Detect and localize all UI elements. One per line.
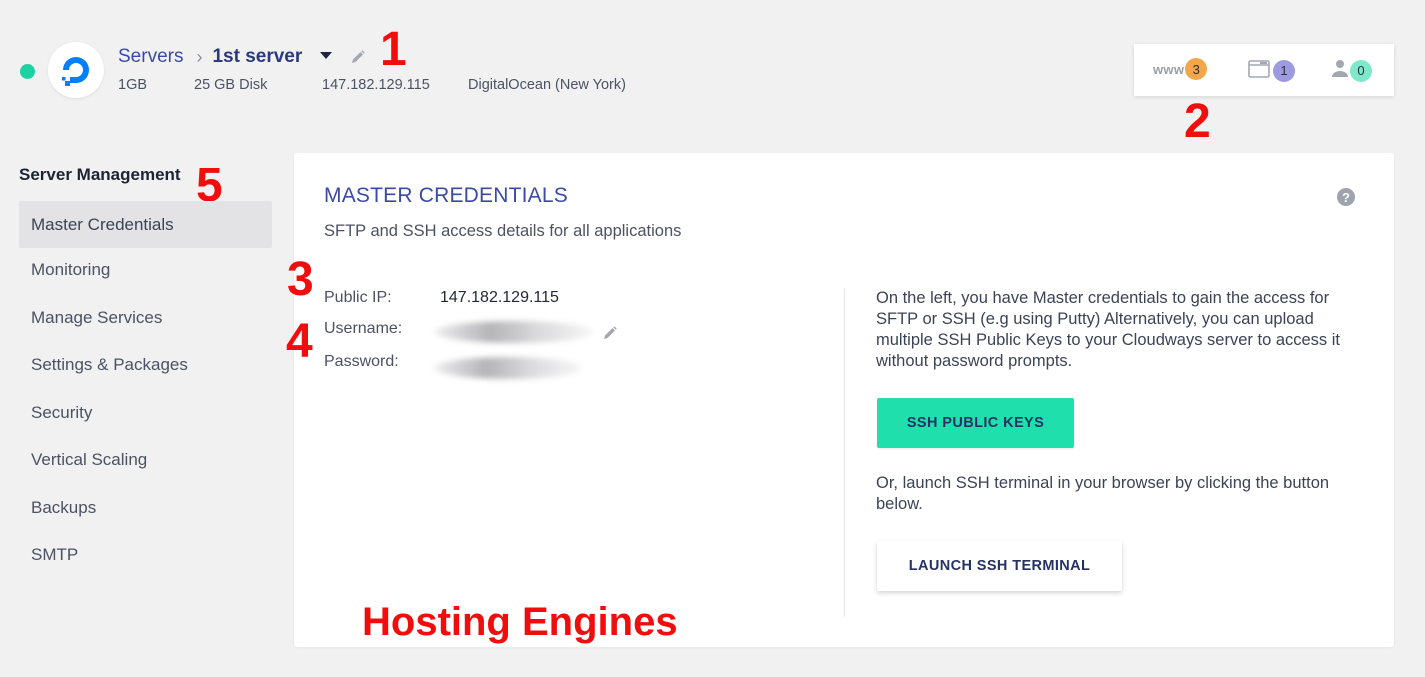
launch-ssh-terminal-button[interactable]: LAUNCH SSH TERMINAL — [877, 541, 1122, 591]
users-stat[interactable]: 0 — [1331, 58, 1372, 83]
sidebar-item-backups[interactable]: Backups — [19, 484, 272, 531]
server-provider: DigitalOcean (New York) — [468, 77, 626, 93]
sidebar-item-master-credentials[interactable]: Master Credentials — [19, 201, 272, 248]
password-value-redacted — [434, 357, 582, 379]
breadcrumb-servers-link[interactable]: Servers — [118, 46, 183, 68]
sidebar-item-vertical-scaling[interactable]: Vertical Scaling — [19, 436, 272, 483]
annotation-number-4: 4 — [286, 315, 313, 368]
sidebar-item-monitoring[interactable]: Monitoring — [19, 246, 272, 293]
folder-icon — [1248, 58, 1270, 83]
server-memory: 1GB — [118, 77, 148, 93]
sidebar-item-settings-packages[interactable]: Settings & Packages — [19, 341, 272, 388]
annotation-number-3: 3 — [287, 253, 314, 306]
page-subtitle: SFTP and SSH access details for all appl… — [324, 222, 682, 240]
breadcrumb: Servers › 1st server — [118, 44, 366, 70]
public-ip-label: Public IP: — [324, 289, 392, 306]
digitalocean-logo — [48, 42, 104, 98]
username-value-redacted — [434, 321, 594, 343]
server-stats-panel: www 3 1 0 — [1134, 44, 1394, 96]
files-stat[interactable]: 1 — [1248, 58, 1295, 83]
files-count-badge: 1 — [1273, 59, 1295, 82]
server-name: 1st server — [212, 46, 303, 67]
page-title: MASTER CREDENTIALS — [324, 184, 568, 207]
master-credentials-card: MASTER CREDENTIALS SFTP and SSH access d… — [294, 153, 1394, 647]
sidebar-item-manage-services[interactable]: Manage Services — [19, 294, 272, 341]
annotation-number-2: 2 — [1184, 95, 1211, 148]
server-disk: 25 GB Disk — [194, 77, 268, 93]
www-icon: www — [1153, 61, 1185, 77]
caret-down-icon[interactable] — [320, 51, 333, 59]
public-ip-value: 147.182.129.115 — [440, 289, 559, 306]
edit-server-name-pencil-icon[interactable] — [350, 49, 366, 65]
edit-username-pencil-icon[interactable] — [602, 325, 618, 346]
username-label: Username: — [324, 320, 403, 337]
digitalocean-logo-icon — [62, 57, 89, 86]
server-status-indicator — [20, 64, 35, 79]
sidebar-item-security[interactable]: Security — [19, 389, 272, 436]
server-ip: 147.182.129.115 — [322, 77, 430, 93]
applications-stat[interactable]: www 3 — [1153, 58, 1208, 80]
help-icon[interactable]: ? — [1337, 188, 1355, 206]
password-label: Password: — [324, 353, 399, 370]
applications-count-badge: 3 — [1185, 58, 1208, 80]
user-icon — [1331, 58, 1349, 83]
column-divider — [844, 289, 845, 617]
sidebar-item-smtp[interactable]: SMTP — [19, 531, 272, 578]
ssh-public-keys-button[interactable]: SSH PUBLIC KEYS — [877, 398, 1074, 448]
users-count-badge: 0 — [1350, 59, 1372, 82]
sidebar-heading: Server Management — [19, 165, 181, 184]
watermark-text: Hosting Engines — [362, 600, 678, 644]
ssh-info-text: On the left, you have Master credentials… — [876, 289, 1341, 370]
annotation-number-1: 1 — [380, 23, 407, 76]
ssh-terminal-info-text: Or, launch SSH terminal in your browser … — [876, 474, 1330, 513]
breadcrumb-separator-icon: › — [196, 46, 203, 67]
